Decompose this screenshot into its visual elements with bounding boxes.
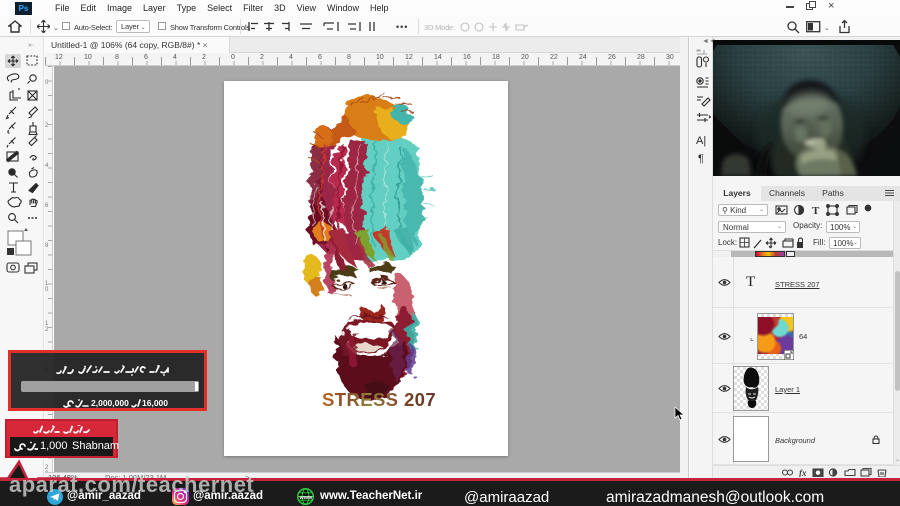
svg-text:¶: ¶ (698, 153, 704, 165)
svg-text:T: T (812, 205, 820, 216)
svg-text:»·: »· (28, 42, 34, 49)
svg-text:A|: A| (696, 135, 706, 147)
svg-text:STRESS 207: STRESS 207 (322, 389, 436, 410)
svg-text:fx: fx (799, 468, 807, 477)
